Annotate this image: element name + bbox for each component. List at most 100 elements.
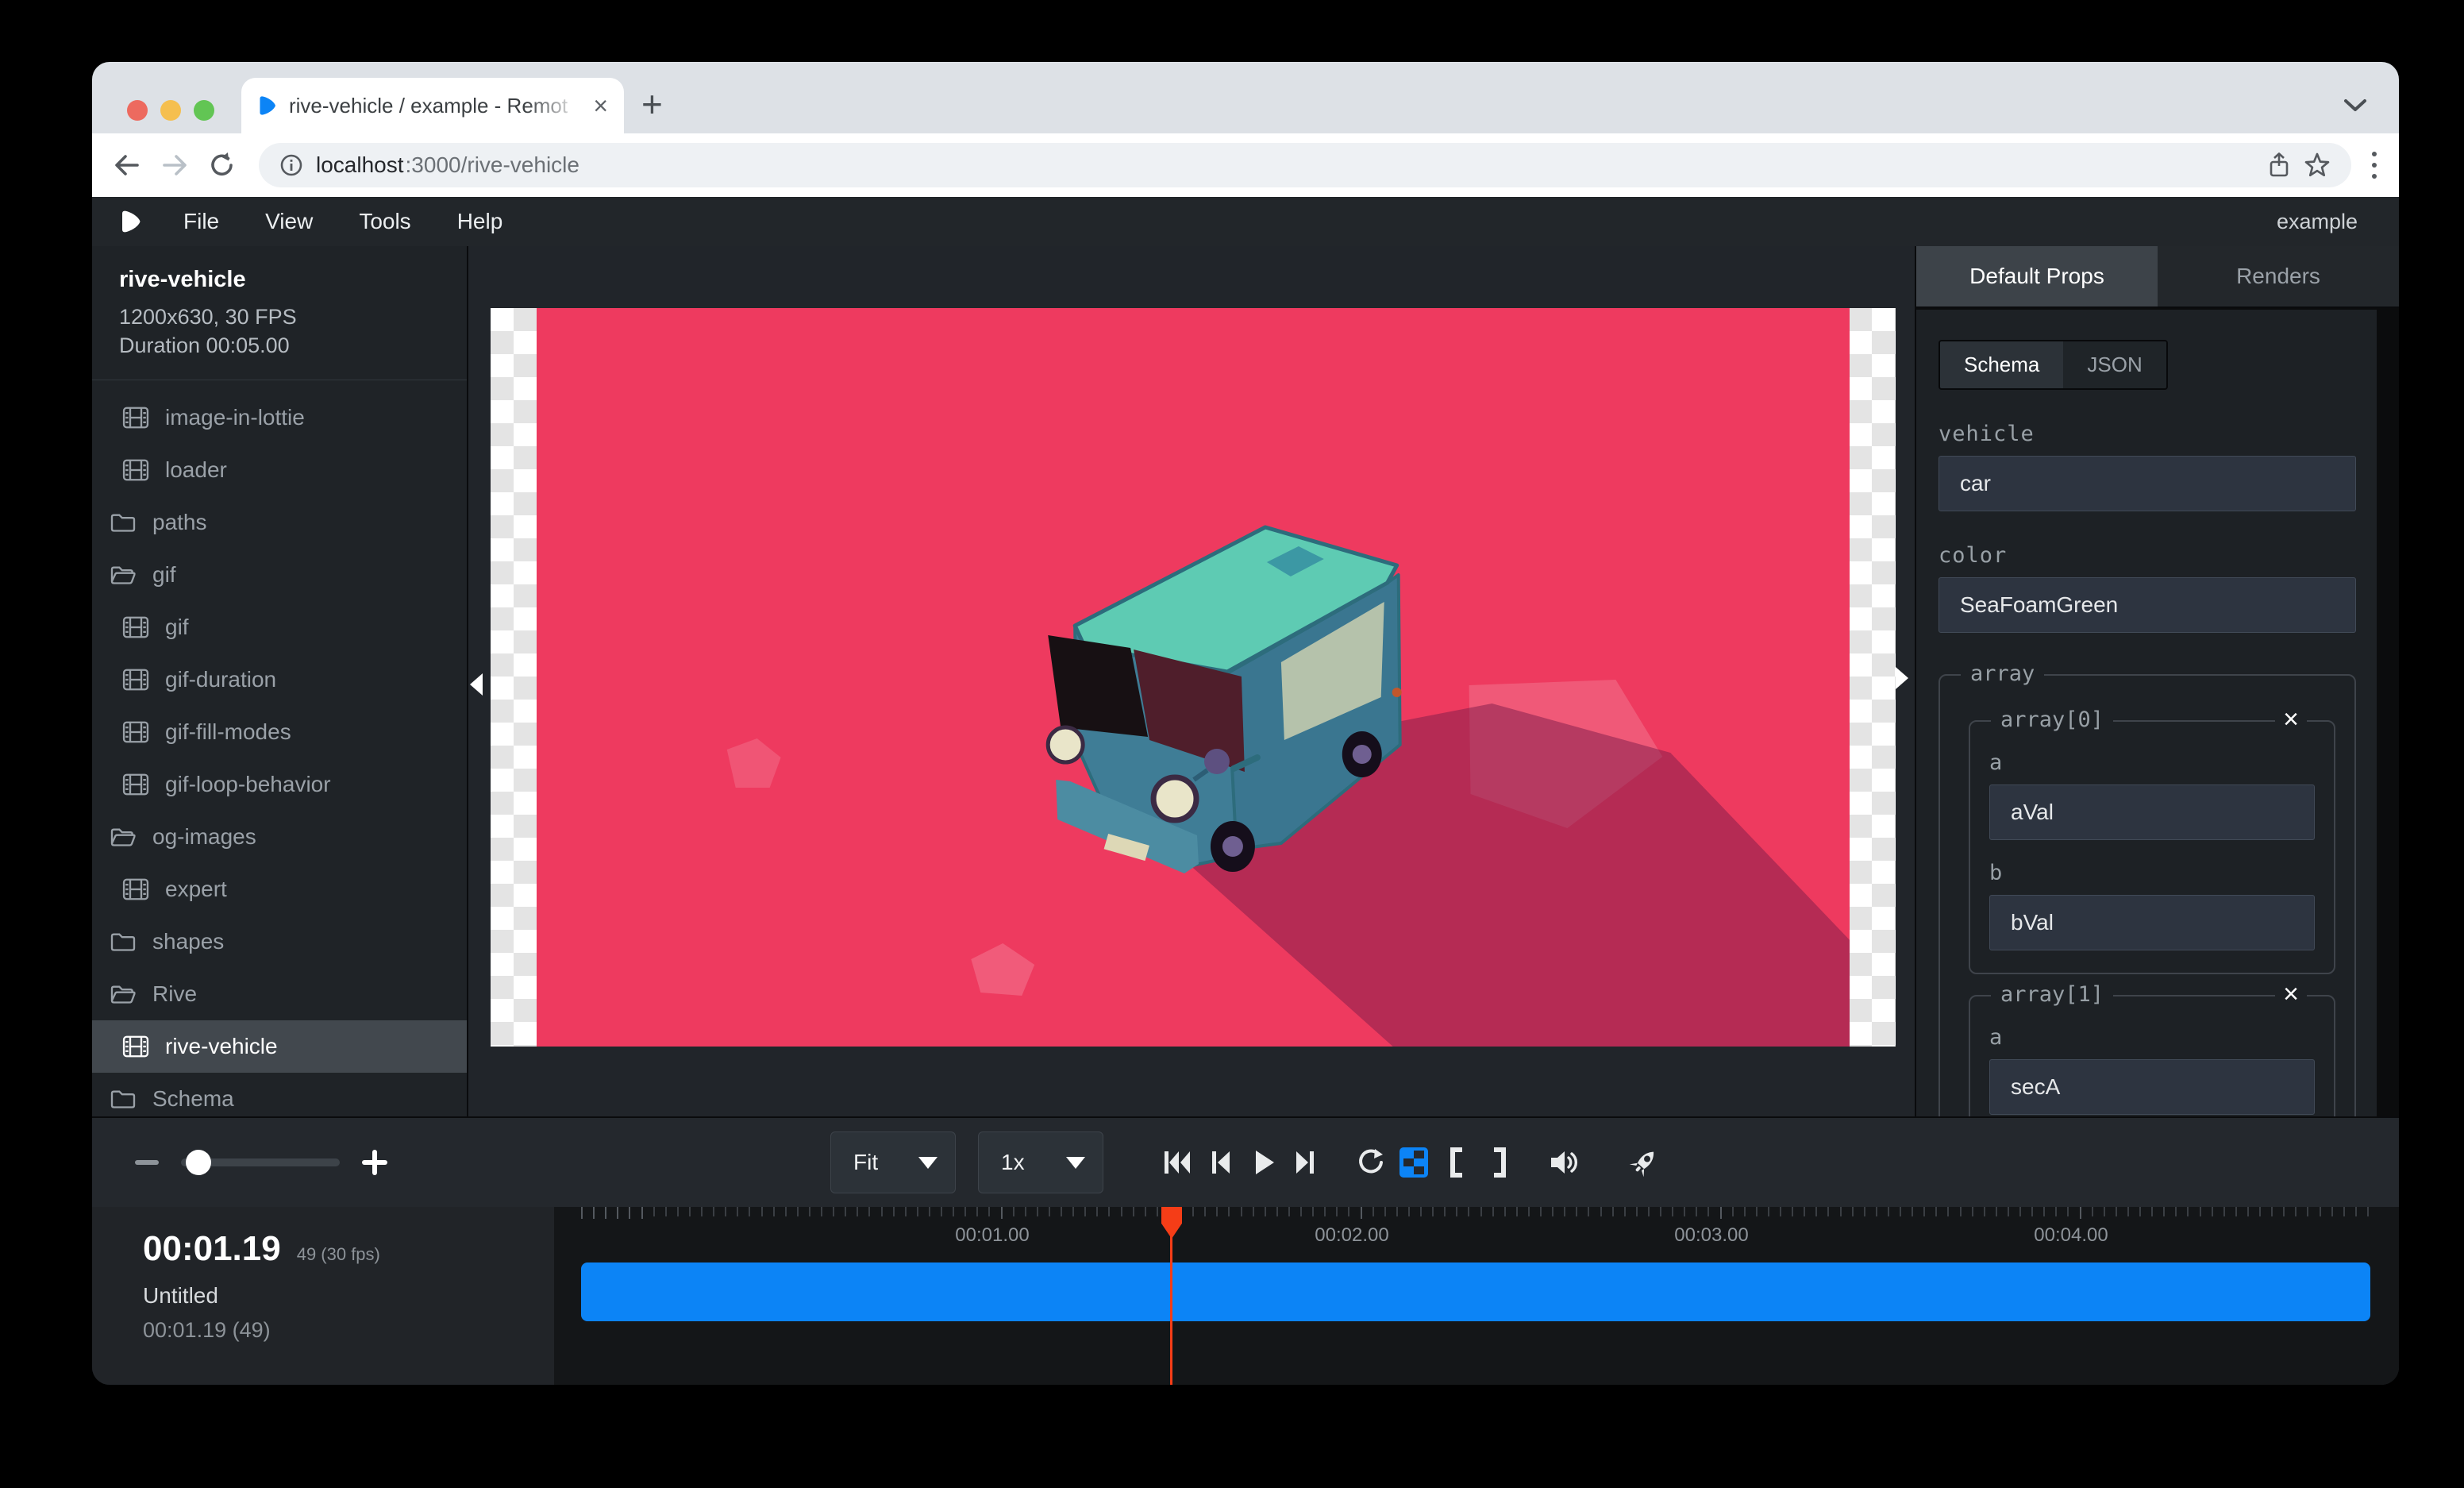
vehicle-input[interactable]: car <box>1938 456 2356 511</box>
menu-help[interactable]: Help <box>434 209 526 234</box>
out-point-bracket-icon[interactable] <box>1478 1140 1521 1185</box>
tab-close-icon[interactable]: × <box>593 93 608 118</box>
new-tab-button[interactable]: + <box>641 83 663 125</box>
menu-view[interactable]: View <box>242 209 336 234</box>
sidebar-item-label: gif-loop-behavior <box>165 772 331 797</box>
zoom-slider[interactable] <box>181 1158 340 1166</box>
sidebar-item-label: expert <box>165 877 227 902</box>
sidebar-item-expert[interactable]: expert <box>92 863 467 916</box>
array-0-a-input[interactable]: aVal <box>1989 784 2315 840</box>
tab-search-chevron-icon[interactable] <box>2343 98 2367 113</box>
ruler-tick <box>2259 1207 2261 1216</box>
sidebar-item-Schema[interactable]: Schema <box>92 1073 467 1116</box>
minimize-window-button[interactable] <box>160 100 181 121</box>
transparency-checkerboard-toggle[interactable] <box>1392 1140 1435 1185</box>
canvas-size-dropdown[interactable]: Fit <box>830 1131 956 1193</box>
sidebar-item-gif[interactable]: gif <box>92 549 467 601</box>
ruler-tick <box>1756 1207 1758 1216</box>
ruler-tick <box>964 1207 966 1216</box>
forward-button[interactable] <box>160 152 189 179</box>
collapse-sidebar-arrow-icon[interactable] <box>470 673 483 696</box>
in-point-bracket-icon[interactable] <box>1435 1140 1478 1185</box>
remove-array-item-1-icon[interactable]: × <box>2275 979 2307 1009</box>
maximize-window-button[interactable] <box>194 100 214 121</box>
tab-renders[interactable]: Renders <box>2158 246 2399 306</box>
ruler-tick <box>1935 1207 1937 1216</box>
ruler-tick <box>1265 1207 1266 1216</box>
right-panel: Default Props Renders Schema JSON vehicl… <box>1915 246 2399 1116</box>
ruler-tick <box>1552 1207 1553 1216</box>
address-bar[interactable]: localhost :3000/rive-vehicle <box>259 143 2351 187</box>
folder-icon <box>108 511 138 534</box>
sidebar-item-shapes[interactable]: shapes <box>92 916 467 968</box>
render-rocket-icon[interactable] <box>1623 1140 1665 1185</box>
sidebar-item-og-images[interactable]: og-images <box>92 811 467 863</box>
color-input[interactable]: SeaFoamGreen <box>1938 577 2356 633</box>
sidebar-item-Rive[interactable]: Rive <box>92 968 467 1020</box>
play-button[interactable] <box>1242 1140 1284 1185</box>
timeline-track-area[interactable]: 00:01.0000:02.0000:03.0000:04.00 <box>554 1207 2399 1385</box>
site-info-icon[interactable] <box>279 153 303 177</box>
remotion-logo-icon[interactable] <box>119 209 143 234</box>
app-menu-bar: File View Tools Help example <box>92 197 2399 246</box>
sidebar-item-gif-duration[interactable]: gif-duration <box>92 653 467 706</box>
zoom-in-icon[interactable] <box>362 1150 387 1175</box>
tab-default-props[interactable]: Default Props <box>1916 246 2158 306</box>
ruler-tick <box>2295 1207 2297 1216</box>
ruler-tick <box>677 1207 679 1216</box>
playhead-marker[interactable] <box>1161 1207 1182 1239</box>
sidebar-item-gif-fill-modes[interactable]: gif-fill-modes <box>92 706 467 758</box>
menu-tools[interactable]: Tools <box>336 209 433 234</box>
sidebar-item-image-in-lottie[interactable]: image-in-lottie <box>92 391 467 444</box>
zoom-slider-thumb[interactable] <box>186 1150 211 1175</box>
ruler-tick <box>641 1207 643 1219</box>
previous-frame-button[interactable] <box>1199 1140 1242 1185</box>
browser-menu-kebab-icon[interactable] <box>2370 150 2378 180</box>
ruler-tick <box>1600 1207 1602 1216</box>
collapse-panel-arrow-icon[interactable] <box>1896 667 1908 689</box>
array-1-a-input[interactable]: secA <box>1989 1059 2315 1115</box>
ruler-tick <box>1792 1207 1793 1216</box>
close-window-button[interactable] <box>127 100 148 121</box>
current-frame-info: 49 (30 fps) <box>297 1244 380 1265</box>
sidebar-item-paths[interactable]: paths <box>92 496 467 549</box>
loop-toggle-icon[interactable] <box>1349 1140 1392 1185</box>
ruler-tick <box>893 1207 895 1216</box>
next-frame-button[interactable] <box>1284 1140 1327 1185</box>
sidebar-item-label: loader <box>165 457 227 483</box>
reload-button[interactable] <box>208 151 237 179</box>
ruler-tick <box>2200 1207 2201 1216</box>
bookmark-star-icon[interactable] <box>2304 152 2331 179</box>
array-0-b-input[interactable]: bVal <box>1989 895 2315 950</box>
ruler-tick <box>1732 1207 1734 1216</box>
ruler-tick <box>2283 1207 2285 1216</box>
sidebar-item-gif[interactable]: gif <box>92 601 467 653</box>
menu-file[interactable]: File <box>160 209 242 234</box>
sidebar-item-rive-vehicle[interactable]: rive-vehicle <box>92 1020 467 1073</box>
timeline-track-bar[interactable] <box>581 1262 2370 1321</box>
playback-speed-dropdown[interactable]: 1x <box>978 1131 1103 1193</box>
sidebar-item-gif-loop-behavior[interactable]: gif-loop-behavior <box>92 758 467 811</box>
back-button[interactable] <box>113 152 141 179</box>
field-label-color: color <box>1938 543 2356 568</box>
skip-to-start-button[interactable] <box>1156 1140 1199 1185</box>
share-icon[interactable] <box>2267 152 2291 179</box>
sidebar-item-label: image-in-lottie <box>165 405 305 430</box>
browser-tab[interactable]: rive-vehicle / example - Remot × <box>241 78 624 133</box>
ruler-tick <box>1121 1207 1122 1216</box>
ruler-tick <box>1707 1207 1709 1216</box>
subtab-json[interactable]: JSON <box>2063 341 2166 388</box>
zoom-out-icon[interactable] <box>135 1160 159 1165</box>
sidebar-item-label: rive-vehicle <box>165 1034 278 1059</box>
ruler-tick <box>2343 1207 2345 1216</box>
subtab-schema[interactable]: Schema <box>1940 341 2063 388</box>
ruler-tick <box>2055 1207 2057 1216</box>
ruler-tick <box>1624 1207 1626 1216</box>
volume-icon[interactable] <box>1543 1140 1586 1185</box>
composition-canvas[interactable] <box>491 308 1896 1047</box>
ruler-tick <box>749 1207 750 1216</box>
sidebar-item-loader[interactable]: loader <box>92 444 467 496</box>
remove-array-item-0-icon[interactable]: × <box>2275 704 2307 734</box>
ruler-tick <box>1504 1207 1506 1216</box>
ruler-tick <box>1827 1207 1829 1216</box>
